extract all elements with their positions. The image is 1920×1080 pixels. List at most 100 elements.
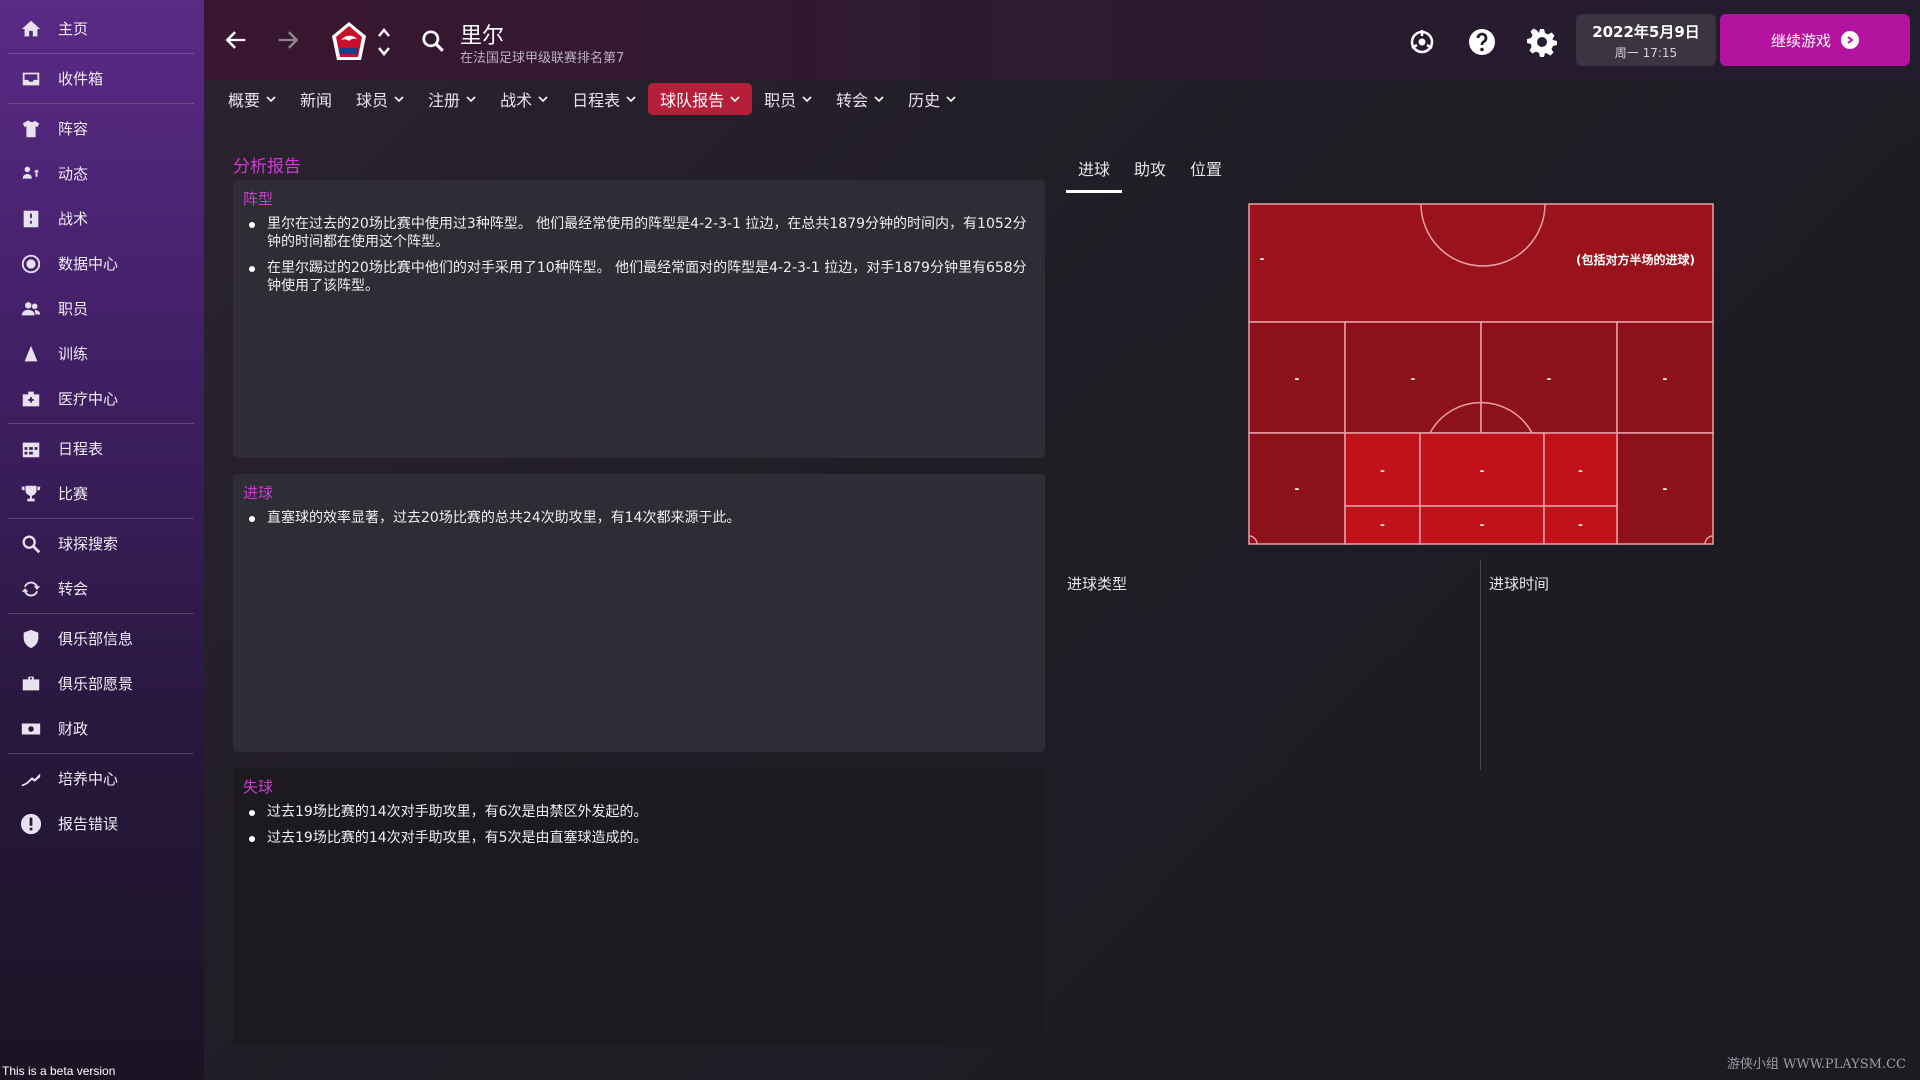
opponent-half-value: - [1260,250,1265,266]
menu-tab[interactable]: 概要 [216,83,288,115]
sidebar-item-training[interactable]: 训练 [0,331,204,376]
search-icon [18,531,44,557]
chevron-down-icon [394,96,404,103]
goal-type-label: 进球类型 [1067,575,1128,593]
pitch-note: (包括对方半场的进球) [1576,253,1695,267]
menu-tab[interactable]: 职员 [752,83,824,115]
medical-icon [18,386,44,412]
menu-tab-label: 新闻 [300,91,333,110]
menu-tab-label: 日程表 [572,91,621,110]
goals-against-panel: 失球 过去19场比赛的14次对手助攻里，有6次是由禁区外发起的。 过去19场比赛… [233,768,1045,1046]
middle-third-value: - [1663,370,1668,386]
sidebar-item-label: 收件箱 [58,70,104,88]
continue-label: 继续游戏 [1770,31,1831,50]
top-bar: 里尔 在法国足球甲级联赛排名第7 2022年5月9日 周一 17:15 继续游戏 [204,0,1920,80]
sidebar-item-label: 日程表 [58,440,104,458]
middle-third-value: - [1295,370,1300,386]
sidebar-item-label: 报告错误 [58,815,119,833]
menu-tab-label: 转会 [836,91,869,110]
tab-goals[interactable]: 进球 [1066,150,1123,193]
sidebar-divider [8,423,194,424]
sidebar-item-scouting[interactable]: 球探搜索 [0,521,204,566]
sidebar-item-club-info[interactable]: 俱乐部信息 [0,616,204,661]
back-arrow-icon[interactable] [222,26,252,56]
sidebar-item-label: 俱乐部愿景 [58,675,134,693]
sidebar-item-dynamics[interactable]: 动态 [0,151,204,196]
forward-arrow-icon[interactable] [274,26,304,56]
wide-box-value: - [1663,480,1668,496]
sidebar-item-squad[interactable]: 阵容 [0,106,204,151]
menu-tab[interactable]: 注册 [416,83,488,115]
formation-bullet: 在里尔踢过的20场比赛中他们的对手采用了10种阵型。 他们最经常面对的阵型是4-… [243,259,1035,295]
penalty-area-value: - [1578,462,1583,478]
tab-assists[interactable]: 助攻 [1122,150,1178,193]
penalty-area-value: - [1380,462,1385,478]
formation-bullet: 里尔在过去的20场比赛中使用过3种阵型。 他们最经常使用的阵型是4-2-3-1 … [243,215,1035,251]
goal-time-label: 进球时间 [1489,575,1550,593]
search-icon[interactable] [420,28,446,54]
sidebar-item-development[interactable]: 培养中心 [0,756,204,801]
sidebar-item-club-vision[interactable]: 俱乐部愿景 [0,661,204,706]
sidebar-item-schedule[interactable]: 日程表 [0,426,204,471]
sidebar-item-label: 数据中心 [58,255,119,273]
shirt-icon [18,116,44,142]
chevron-down-icon [946,96,956,103]
arrow-right-circle-icon [1841,31,1859,49]
middle-third-value: - [1411,370,1416,386]
sidebar-item-transfers[interactable]: 转会 [0,566,204,611]
chevron-down-icon [626,96,636,103]
sidebar-item-label: 战术 [58,210,89,228]
social-icon[interactable] [1406,26,1438,58]
sidebar-item-home[interactable]: 主页 [0,6,204,51]
menu-tab[interactable]: 转会 [824,83,896,115]
menu-tab[interactable]: 战术 [488,83,560,115]
sidebar-item-tactics[interactable]: 战术 [0,196,204,241]
continue-button[interactable]: 继续游戏 [1720,14,1910,66]
sidebar: 主页 收件箱 阵容 动态 战术 数据中心 职员 训练 医疗中心 日程表 比赛 球… [0,0,204,1080]
wide-box-value: - [1295,480,1300,496]
sidebar-item-medical[interactable]: 医疗中心 [0,376,204,421]
tab-position[interactable]: 位置 [1178,150,1234,193]
goals-for-panel: 进球 直塞球的效率显著，过去20场比赛的总共24次助攻里，有14次都来源于此。 [233,474,1045,752]
trophy-icon [18,481,44,507]
club-switcher-icon[interactable] [376,24,392,60]
watermark: 游侠小组 WWW.PLAYSM.CC [1726,1057,1906,1072]
sidebar-item-finances[interactable]: 财政 [0,706,204,751]
sidebar-item-label: 球探搜索 [58,535,119,553]
menu-tab-label: 球员 [356,91,389,110]
club-crest-icon[interactable] [328,20,370,62]
sidebar-item-inbox[interactable]: 收件箱 [0,56,204,101]
help-icon[interactable] [1466,26,1498,58]
team-menu: 概要 新闻 球员 注册 战术 日程表 球队报告 职员 转会 历史 [216,82,968,116]
sidebar-item-data-hub[interactable]: 数据中心 [0,241,204,286]
menu-tab[interactable]: 球员 [344,83,416,115]
sidebar-divider [8,518,194,519]
briefcase-icon [18,671,44,697]
chevron-down-icon [266,96,276,103]
goals-for-heading: 进球 [243,484,274,502]
menu-tab-label: 历史 [908,91,941,110]
alert-icon [18,811,44,837]
club-league-position: 在法国足球甲级联赛排名第7 [460,51,625,66]
chevron-down-icon [466,96,476,103]
sidebar-item-report-bug[interactable]: 报告错误 [0,801,204,846]
goals-against-bullet: 过去19场比赛的14次对手助攻里，有6次是由禁区外发起的。 [243,803,1035,821]
middle-third-value: - [1547,370,1552,386]
sidebar-item-staff[interactable]: 职员 [0,286,204,331]
sidebar-item-label: 主页 [58,20,89,38]
goals-against-bullet: 过去19场比赛的14次对手助攻里，有5次是由直塞球造成的。 [243,829,1035,847]
data-hub-icon [18,251,44,277]
menu-tab[interactable]: 球队报告 [648,83,753,115]
sidebar-divider [8,613,194,614]
game-date-box[interactable]: 2022年5月9日 周一 17:15 [1576,14,1716,66]
game-date: 2022年5月9日 [1592,23,1700,41]
dynamics-icon [18,161,44,187]
menu-tab[interactable]: 历史 [896,83,968,115]
chevron-down-icon [802,96,812,103]
menu-tab[interactable]: 日程表 [560,83,648,115]
sidebar-item-matches[interactable]: 比赛 [0,471,204,516]
settings-gear-icon[interactable] [1526,26,1558,58]
menu-tab[interactable]: 新闻 [288,83,344,115]
chevron-down-icon [874,96,884,103]
sidebar-item-label: 医疗中心 [58,390,119,408]
